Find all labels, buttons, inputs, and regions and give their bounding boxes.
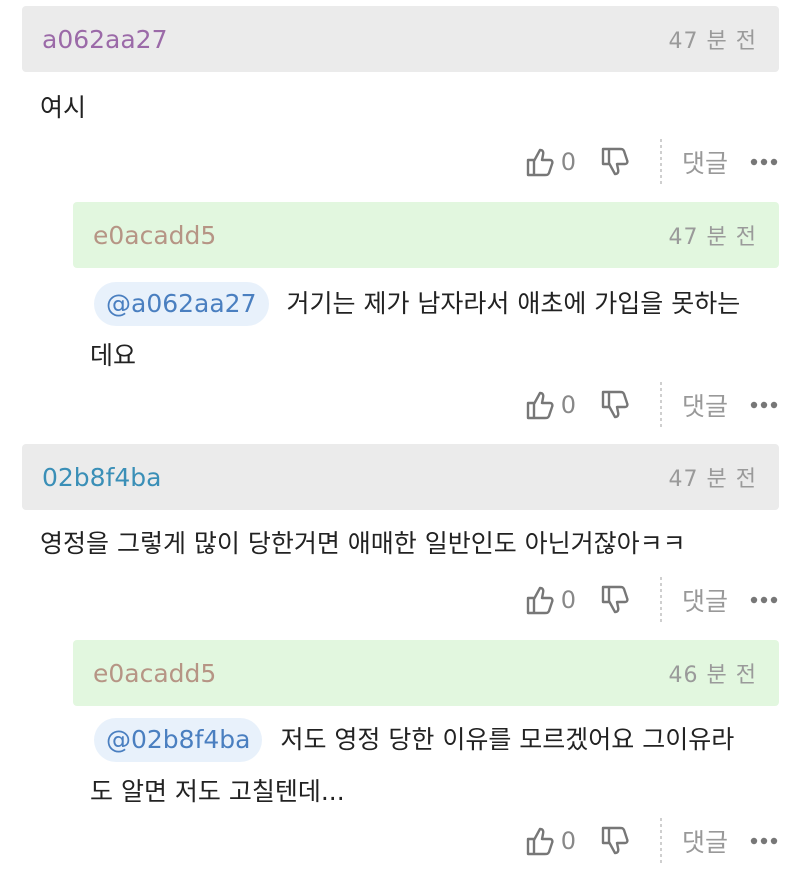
reply-header: e0acadd5 47 분 전 — [73, 202, 779, 268]
more-options-icon[interactable] — [750, 401, 778, 409]
like-button[interactable]: 0 — [525, 146, 600, 178]
comment-header: 02b8f4ba 47 분 전 — [22, 444, 779, 510]
divider — [659, 818, 662, 864]
more-options-icon[interactable] — [750, 158, 778, 166]
mention-tag[interactable]: @a062aa27 — [94, 282, 269, 326]
like-count: 0 — [560, 391, 576, 419]
thumbs-down-icon — [600, 389, 630, 421]
comment-time: 47 분 전 — [668, 467, 757, 492]
mention-tag[interactable]: @02b8f4ba — [94, 718, 263, 762]
comment-body: 영정을 그렇게 많이 당한거면 애매한 일반인도 아닌거잖아ㅋㅋ — [40, 529, 686, 558]
thumbs-up-icon — [525, 825, 555, 857]
comment-time: 47 분 전 — [668, 29, 757, 54]
divider — [659, 577, 662, 623]
like-button[interactable]: 0 — [525, 825, 600, 857]
thumbs-down-icon — [600, 146, 630, 178]
comment-author[interactable]: 02b8f4ba — [42, 463, 161, 492]
dislike-button[interactable] — [600, 389, 630, 421]
comment-time: 46 분 전 — [668, 663, 757, 688]
comment-time: 47 분 전 — [668, 225, 757, 250]
reply-button[interactable]: 댓글 — [682, 387, 728, 423]
thumbs-up-icon — [525, 389, 555, 421]
comment-text: @a062aa27 거기는 제가 남자라서 애초에 가입을 못하는 데요 — [90, 278, 784, 382]
comment-header: a062aa27 47 분 전 — [22, 6, 779, 72]
more-options-icon[interactable] — [750, 837, 778, 845]
comment-author[interactable]: e0acadd5 — [93, 659, 216, 688]
comment-body: 저도 영정 당한 이유를 모르겠어요 그이유라 — [280, 725, 735, 754]
comment-author[interactable]: e0acadd5 — [93, 221, 216, 250]
more-options-icon[interactable] — [750, 596, 778, 604]
like-button[interactable]: 0 — [525, 584, 600, 616]
comment-line: @a062aa27 거기는 제가 남자라서 애초에 가입을 못하는 — [94, 278, 784, 330]
like-count: 0 — [560, 148, 576, 176]
comment-line: 도 알면 저도 고칠텐데... — [90, 777, 345, 806]
comment-body: 여시 — [40, 93, 87, 122]
dislike-button[interactable] — [600, 146, 630, 178]
dislike-button[interactable] — [600, 584, 630, 616]
thumbs-down-icon — [600, 825, 630, 857]
thumbs-up-icon — [525, 584, 555, 616]
thumbs-down-icon — [600, 584, 630, 616]
comment-line: @02b8f4ba 저도 영정 당한 이유를 모르겠어요 그이유라 — [94, 714, 784, 766]
comment-text: 영정을 그렇게 많이 당한거면 애매한 일반인도 아닌거잖아ㅋㅋ — [40, 518, 686, 570]
like-count: 0 — [560, 586, 576, 614]
comment-actions: 0 댓글 — [525, 382, 778, 428]
reply-header: e0acadd5 46 분 전 — [73, 640, 779, 706]
comment-actions: 0 댓글 — [525, 818, 778, 864]
like-button[interactable]: 0 — [525, 389, 600, 421]
comment-body: 거기는 제가 남자라서 애초에 가입을 못하는 — [286, 289, 741, 318]
divider — [659, 382, 662, 428]
like-count: 0 — [560, 827, 576, 855]
thumbs-up-icon — [525, 146, 555, 178]
dislike-button[interactable] — [600, 825, 630, 857]
comment-text: 여시 — [40, 82, 86, 134]
comment-text: @02b8f4ba 저도 영정 당한 이유를 모르겠어요 그이유라 도 알면 저도… — [90, 714, 784, 818]
reply-button[interactable]: 댓글 — [682, 144, 728, 180]
comment-actions: 0 댓글 — [525, 139, 778, 185]
divider — [659, 139, 662, 185]
comment-line: 데요 — [90, 341, 137, 370]
reply-button[interactable]: 댓글 — [682, 823, 728, 859]
comment-actions: 0 댓글 — [525, 577, 778, 623]
reply-button[interactable]: 댓글 — [682, 582, 728, 618]
comment-author[interactable]: a062aa27 — [42, 25, 168, 54]
